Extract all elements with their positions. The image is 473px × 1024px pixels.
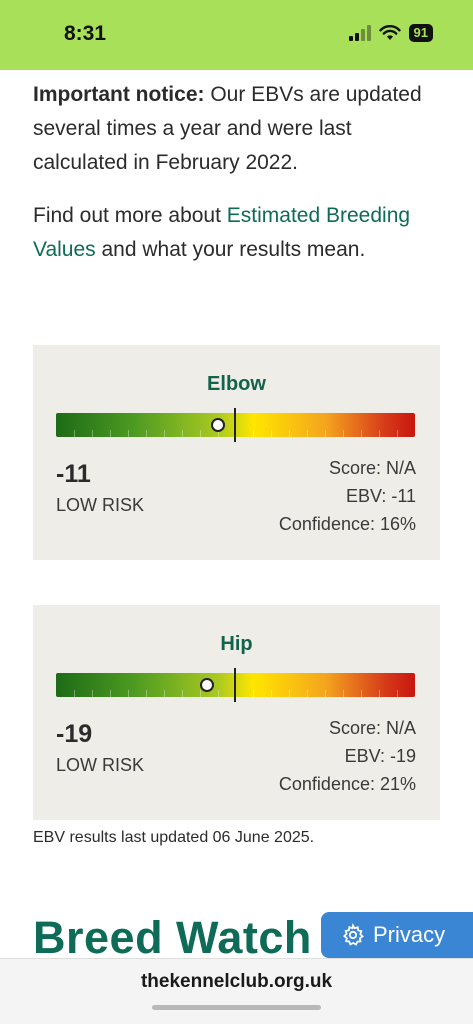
scale-midline: [234, 668, 236, 702]
wifi-icon: [378, 25, 401, 41]
scale-tick: [397, 690, 399, 697]
card-title: Hip: [220, 633, 253, 655]
risk-marker: [199, 678, 214, 692]
more-prefix: Find out more about: [33, 204, 221, 227]
notice-label: Important notice:: [33, 83, 205, 106]
risk-marker: [210, 418, 225, 432]
scale-tick: [91, 690, 93, 697]
status-bar: 8:31 91: [0, 0, 473, 70]
scale-tick: [271, 430, 273, 437]
scale-tick: [307, 690, 309, 697]
ebv-footnote: EBV results last updated 06 June 2025.: [33, 829, 315, 846]
cellular-signal-icon: [348, 25, 371, 41]
scale-tick: [73, 690, 75, 697]
scale-tick: [199, 690, 201, 697]
scale-tick: [217, 690, 219, 697]
ebv-text: EBV: -19: [344, 746, 416, 766]
scale-tick: [343, 430, 345, 437]
more-suffix: and what your results mean.: [101, 238, 366, 261]
scale-tick: [127, 690, 129, 697]
ebv-value: -11: [56, 460, 91, 488]
scale-tick: [361, 430, 363, 437]
scale-tick: [181, 430, 183, 437]
scale-tick: [271, 690, 273, 697]
elbow-card: Elbow -11 LOW RISK Score: N/A EBV: -11 C…: [33, 345, 440, 560]
status-icons: 91: [348, 24, 433, 42]
confidence-text: Confidence: 21%: [278, 774, 416, 794]
scale-tick: [379, 690, 381, 697]
privacy-button[interactable]: Privacy: [321, 912, 473, 958]
main-content: Important notice: Our EBVs are updated s…: [33, 78, 443, 267]
scale-tick: [307, 430, 309, 437]
status-time: 8:31: [64, 22, 107, 45]
privacy-label: Privacy: [373, 922, 446, 947]
scale-tick: [289, 690, 291, 697]
scale-tick: [199, 430, 201, 437]
score-text: Score: N/A: [328, 458, 416, 478]
scale-tick: [109, 690, 111, 697]
scale-tick: [253, 430, 255, 437]
scale-tick: [325, 430, 327, 437]
home-indicator[interactable]: [152, 1005, 321, 1010]
scale-tick: [361, 690, 363, 697]
risk-label: LOW RISK: [56, 755, 145, 775]
confidence-text: Confidence: 16%: [278, 514, 416, 534]
hip-card: Hip -19 LOW RISK Score: N/A EBV: -19 Con…: [33, 605, 440, 820]
scale-tick: [127, 430, 129, 437]
risk-scale: [56, 668, 415, 702]
scale-tick: [253, 690, 255, 697]
risk-label: LOW RISK: [56, 495, 145, 515]
scale-tick: [397, 430, 399, 437]
card-title: Elbow: [207, 373, 266, 395]
scale-tick: [289, 430, 291, 437]
scale-tick: [325, 690, 327, 697]
scale-tick: [145, 430, 147, 437]
gear-icon: [341, 923, 365, 947]
card-stats: Score: N/A EBV: -19 Confidence: 21%: [279, 714, 416, 798]
score-text: Score: N/A: [328, 718, 416, 738]
find-out-more: Find out more about Estimated Breeding V…: [33, 199, 443, 267]
scale-tick: [163, 430, 165, 437]
scale-tick: [91, 430, 93, 437]
important-notice: Important notice: Our EBVs are updated s…: [33, 78, 443, 180]
scale-midline: [234, 408, 236, 442]
scale-tick: [379, 430, 381, 437]
scale-tick: [73, 430, 75, 437]
browser-url-bar[interactable]: thekennelclub.org.uk: [0, 958, 473, 1024]
ebv-value: -19: [56, 720, 93, 748]
battery-icon: 91: [408, 24, 433, 42]
scale-tick: [163, 690, 165, 697]
breed-watch-heading: Breed Watch: [33, 912, 312, 963]
risk-scale: [56, 408, 415, 442]
scale-tick: [181, 690, 183, 697]
ebv-text: EBV: -11: [345, 486, 416, 506]
scale-tick: [343, 690, 345, 697]
url-text[interactable]: thekennelclub.org.uk: [0, 971, 473, 993]
scale-tick: [145, 690, 147, 697]
scale-tick: [109, 430, 111, 437]
card-stats: Score: N/A EBV: -11 Confidence: 16%: [279, 454, 416, 538]
